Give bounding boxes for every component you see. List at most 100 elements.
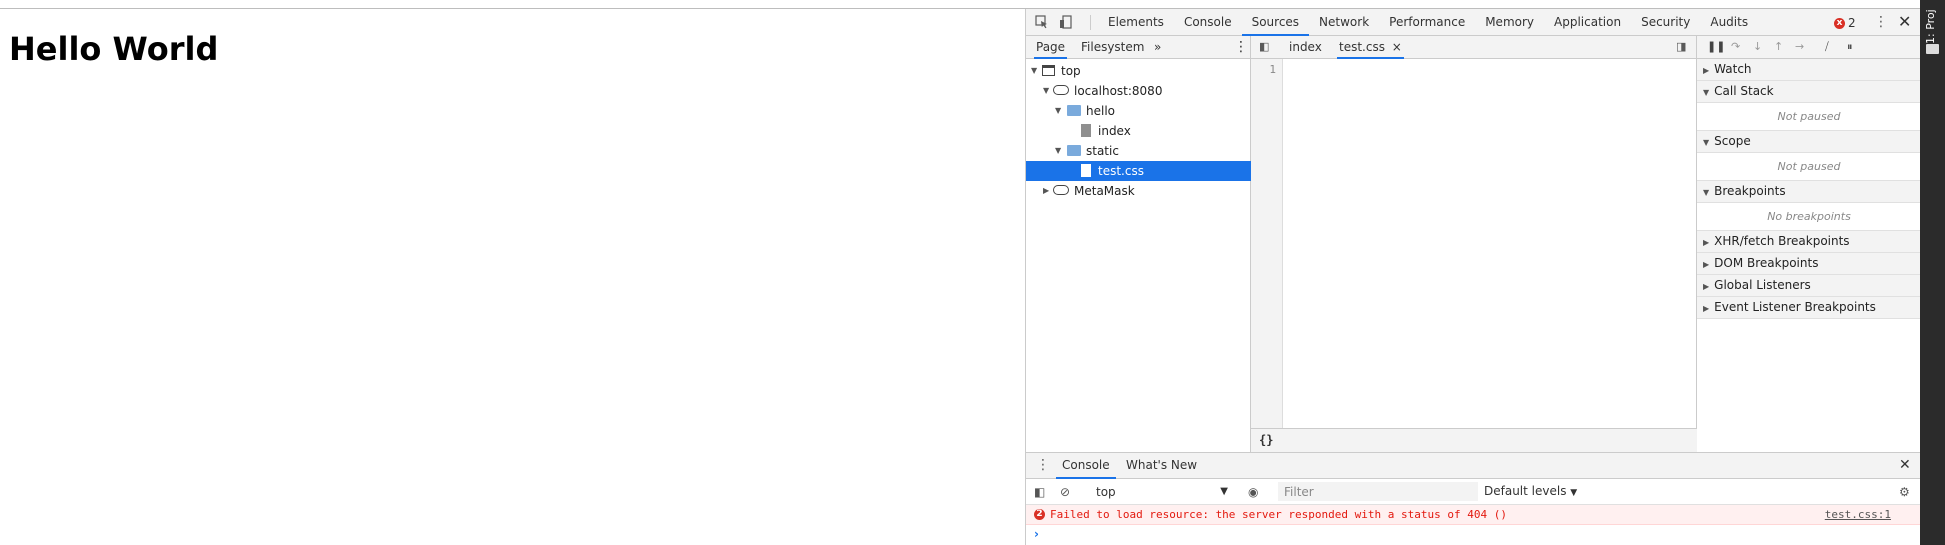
- breakpoints-status: No breakpoints: [1697, 203, 1921, 231]
- close-devtools-icon[interactable]: ✕: [1898, 12, 1911, 31]
- error-count-badge: 2: [1034, 509, 1045, 520]
- tab-elements[interactable]: Elements: [1098, 9, 1174, 36]
- close-tab-icon[interactable]: ×: [1392, 40, 1402, 54]
- dropdown-arrow-icon: ▼: [1570, 488, 1578, 498]
- browser-top-border: [0, 0, 1945, 9]
- tab-console[interactable]: Console: [1174, 9, 1242, 36]
- device-toolbar-icon[interactable]: [1058, 15, 1074, 31]
- expand-arrow-icon: ▶: [1703, 304, 1710, 313]
- folder-icon: [1067, 145, 1081, 156]
- more-tabs-icon[interactable]: »: [1154, 36, 1161, 59]
- customize-menu-icon[interactable]: ⋮: [1874, 14, 1888, 30]
- expand-arrow-icon[interactable]: ▼: [1055, 141, 1061, 161]
- tree-node-test-css[interactable]: test.css: [1026, 161, 1251, 181]
- navigator-menu-icon[interactable]: ⋮: [1234, 36, 1248, 59]
- side-panel-strip: 1: Proj: [1920, 0, 1945, 545]
- context-selector[interactable]: top ▼: [1096, 483, 1228, 501]
- pause-icon[interactable]: ❚❚: [1707, 40, 1725, 53]
- pane-call-stack[interactable]: ▼ Call Stack: [1697, 81, 1921, 103]
- collapse-arrow-icon[interactable]: ▶: [1043, 181, 1049, 201]
- drawer-menu-icon[interactable]: ⋮: [1036, 453, 1050, 479]
- debugger-toolbar: ❚❚ ↷ ↓ ↑ → ⧸ ⏸: [1697, 36, 1921, 59]
- step-over-icon[interactable]: ↷: [1731, 40, 1740, 53]
- tree-node-index[interactable]: index: [1026, 121, 1251, 141]
- file-icon: [1081, 164, 1091, 177]
- tree-node-hello[interactable]: ▼ hello: [1026, 101, 1251, 121]
- tree-node-localhost[interactable]: ▼ localhost:8080: [1026, 81, 1251, 101]
- toggle-navigator-icon[interactable]: ◧: [1259, 36, 1269, 59]
- cloud-icon: [1053, 185, 1069, 195]
- tree-node-top[interactable]: ▼ top: [1026, 61, 1251, 81]
- editor-footer: {}: [1251, 428, 1697, 452]
- call-stack-status: Not paused: [1697, 103, 1921, 131]
- expand-arrow-icon: ▶: [1703, 238, 1710, 247]
- frame-icon: [1042, 65, 1055, 76]
- debugger-sidebar: ❚❚ ↷ ↓ ↑ → ⧸ ⏸ ▶ Watch ▼ Call Stack Not pa…: [1697, 36, 1921, 452]
- project-tool-label[interactable]: 1: Proj: [1924, 4, 1937, 44]
- tab-application[interactable]: Application: [1544, 9, 1631, 36]
- error-text: Failed to load resource: the server resp…: [1050, 508, 1507, 521]
- close-drawer-icon[interactable]: ✕: [1899, 453, 1911, 479]
- drawer-tab-whats-new[interactable]: What's New: [1126, 453, 1197, 479]
- tab-audits[interactable]: Audits: [1700, 9, 1758, 36]
- console-drawer: ⋮ Console What's New ✕ ◧ ⊘ top ▼ ◉ Filte…: [1026, 452, 1921, 545]
- scope-status: Not paused: [1697, 153, 1921, 181]
- folder-icon: [1067, 105, 1081, 116]
- pane-xhr-breakpoints[interactable]: ▶ XHR/fetch Breakpoints: [1697, 231, 1921, 253]
- inspect-element-icon[interactable]: [1034, 15, 1050, 31]
- pane-breakpoints[interactable]: ▼ Breakpoints: [1697, 181, 1921, 203]
- expand-arrow-icon: ▼: [1703, 88, 1710, 97]
- expand-arrow-icon: ▶: [1703, 260, 1710, 269]
- drawer-tab-console[interactable]: Console: [1056, 453, 1116, 479]
- show-sidebar-icon[interactable]: ◧: [1034, 485, 1045, 499]
- console-filter-input[interactable]: Filter: [1278, 482, 1478, 501]
- folder-icon[interactable]: [1926, 44, 1939, 54]
- devtools-toolbar: Elements Console Sources Network Perform…: [1026, 9, 1921, 36]
- console-prompt[interactable]: ›: [1034, 527, 1039, 541]
- tree-node-metamask[interactable]: ▶ MetaMask: [1026, 181, 1251, 201]
- tab-security[interactable]: Security: [1631, 9, 1700, 36]
- expand-arrow-icon: ▶: [1703, 66, 1710, 75]
- step-out-icon[interactable]: ↑: [1774, 40, 1783, 53]
- tab-sources[interactable]: Sources: [1241, 9, 1310, 36]
- log-levels-dropdown[interactable]: Default levels ▼: [1484, 484, 1577, 498]
- tab-network[interactable]: Network: [1309, 9, 1379, 36]
- tab-performance[interactable]: Performance: [1379, 9, 1475, 36]
- pane-global-listeners[interactable]: ▶ Global Listeners: [1697, 275, 1921, 297]
- tab-page[interactable]: Page: [1034, 36, 1068, 59]
- devtools-panel: Elements Console Sources Network Perform…: [1025, 9, 1921, 545]
- expand-arrow-icon[interactable]: ▼: [1055, 101, 1061, 121]
- expand-arrow-icon: ▼: [1703, 188, 1710, 197]
- tree-node-static[interactable]: ▼ static: [1026, 141, 1251, 161]
- pane-dom-breakpoints[interactable]: ▶ DOM Breakpoints: [1697, 253, 1921, 275]
- pause-on-exceptions-icon[interactable]: ⏸: [1847, 40, 1853, 54]
- step-icon[interactable]: →: [1795, 40, 1804, 53]
- line-number: 1: [1269, 63, 1276, 76]
- editor-tab-test-css[interactable]: test.css ×: [1337, 36, 1404, 59]
- console-toolbar: ◧ ⊘ top ▼ ◉ Filter Default levels ▼ ⚙: [1026, 479, 1921, 505]
- pretty-print-button[interactable]: {}: [1259, 433, 1273, 447]
- error-count: 2: [1848, 16, 1856, 30]
- dropdown-arrow-icon: ▼: [1220, 486, 1228, 497]
- editor-tab-index[interactable]: index: [1289, 36, 1322, 59]
- expand-arrow-icon[interactable]: ▼: [1031, 61, 1037, 81]
- toggle-debugger-icon[interactable]: ◨: [1676, 36, 1686, 59]
- error-counter[interactable]: x 2: [1834, 16, 1856, 30]
- pane-event-listener-breakpoints[interactable]: ▶ Event Listener Breakpoints: [1697, 297, 1921, 319]
- error-source-link[interactable]: test.css:1: [1825, 508, 1891, 521]
- error-icon: x: [1834, 17, 1845, 29]
- console-settings-gear-icon[interactable]: ⚙: [1899, 485, 1910, 499]
- step-into-icon[interactable]: ↓: [1753, 40, 1762, 53]
- expand-arrow-icon: ▶: [1703, 282, 1710, 291]
- deactivate-breakpoints-icon[interactable]: ⧸: [1825, 40, 1829, 54]
- cloud-icon: [1053, 85, 1069, 95]
- expand-arrow-icon[interactable]: ▼: [1043, 81, 1049, 101]
- clear-console-icon[interactable]: ⊘: [1060, 485, 1070, 499]
- file-icon: [1081, 124, 1091, 137]
- tab-memory[interactable]: Memory: [1475, 9, 1544, 36]
- tab-filesystem[interactable]: Filesystem: [1081, 36, 1144, 59]
- live-expression-eye-icon[interactable]: ◉: [1248, 485, 1258, 499]
- pane-scope[interactable]: ▼ Scope: [1697, 131, 1921, 153]
- pane-watch[interactable]: ▶ Watch: [1697, 59, 1921, 81]
- panel-tabs: Elements Console Sources Network Perform…: [1098, 9, 1758, 36]
